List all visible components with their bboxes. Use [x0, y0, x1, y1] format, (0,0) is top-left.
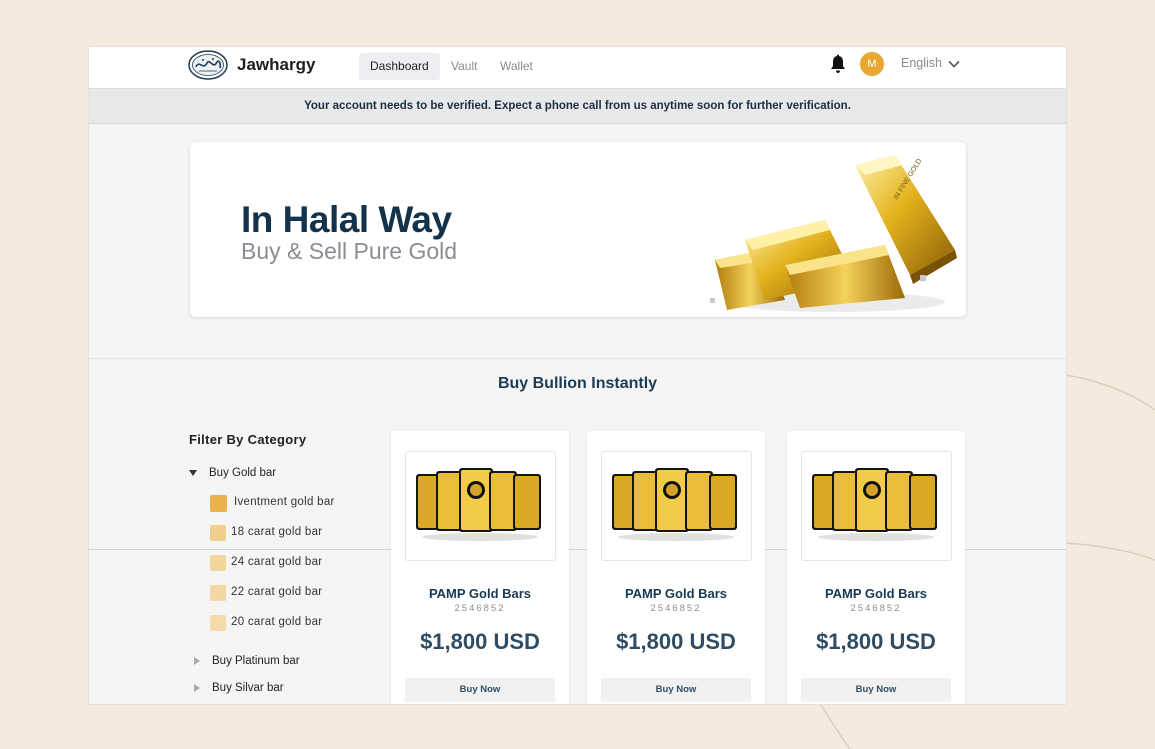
- hero-title: In Halal Way: [241, 199, 452, 240]
- tab-dashboard[interactable]: Dashboard: [359, 53, 440, 80]
- product-card[interactable]: PAMP Gold Bars 2546852 $1,800 USD Buy No…: [391, 431, 569, 704]
- gold-bars-illustration: IN FINE GOLD: [710, 155, 957, 312]
- subcategory-label: 18 carat gold bar: [231, 526, 323, 538]
- section-title: Buy Bullion Instantly: [497, 375, 658, 392]
- buy-now-button[interactable]: Buy Now: [405, 678, 555, 702]
- category-silver-bar[interactable]: Buy Silvar bar: [212, 682, 284, 694]
- brand-name[interactable]: Jawhargy: [237, 55, 315, 75]
- bell-icon[interactable]: [829, 54, 847, 74]
- category-swatch: [210, 555, 226, 571]
- category-swatch: [210, 585, 226, 601]
- product-card[interactable]: PAMP Gold Bars 2546852 $1,800 USD Buy No…: [587, 431, 765, 704]
- product-price: $1,800 USD: [816, 629, 936, 654]
- product-name[interactable]: PAMP Gold Bars: [391, 586, 569, 601]
- top-navigation-bar: Jawhargy Dashboard Vault Wallet M Englis…: [89, 47, 1066, 89]
- tab-vault[interactable]: Vault: [440, 53, 488, 80]
- verification-notice: Your account needs to be verified. Expec…: [89, 89, 1066, 124]
- product-price: $1,800 USD: [616, 629, 736, 654]
- app-window: Jawhargy Dashboard Vault Wallet M Englis…: [88, 46, 1067, 705]
- jawhargy-logo[interactable]: [187, 49, 229, 81]
- product-sku: 2546852: [650, 603, 702, 614]
- hero-banner: In Halal Way Buy & Sell Pure Gold IN FIN…: [190, 142, 966, 317]
- language-selector[interactable]: English: [901, 56, 942, 70]
- buy-now-button[interactable]: Buy Now: [801, 678, 951, 702]
- category-swatch: [210, 615, 226, 631]
- gold-bars-product-icon: [812, 468, 937, 541]
- category-platinum-bar[interactable]: Buy Platinum bar: [212, 655, 300, 667]
- caret-right-icon[interactable]: [192, 683, 202, 693]
- chevron-down-icon[interactable]: [947, 57, 961, 71]
- product-name[interactable]: PAMP Gold Bars: [787, 586, 965, 601]
- caret-down-icon[interactable]: [188, 468, 198, 478]
- category-swatch: [210, 495, 227, 512]
- gold-bars-product-icon: [416, 468, 541, 541]
- section-divider: [89, 358, 1066, 359]
- product-image[interactable]: [601, 451, 752, 561]
- product-price: $1,800 USD: [420, 629, 540, 654]
- user-avatar[interactable]: M: [860, 52, 884, 76]
- subcategory-label: 24 carat gold bar: [231, 556, 323, 568]
- product-image[interactable]: [801, 451, 952, 561]
- product-sku: 2546852: [850, 603, 902, 614]
- gold-bars-product-icon: [612, 468, 737, 541]
- product-sku: 2546852: [454, 603, 506, 614]
- hero-subtitle: Buy & Sell Pure Gold: [241, 238, 458, 264]
- product-image[interactable]: [405, 451, 556, 561]
- subcategory-label: 22 carat gold bar: [231, 586, 323, 598]
- tab-wallet[interactable]: Wallet: [489, 53, 544, 80]
- subcategory-label: 20 carat gold bar: [231, 616, 323, 628]
- product-card[interactable]: PAMP Gold Bars 2546852 $1,800 USD Buy No…: [787, 431, 965, 704]
- caret-right-icon[interactable]: [192, 656, 202, 666]
- category-swatch: [210, 525, 226, 541]
- buy-now-button[interactable]: Buy Now: [601, 678, 751, 702]
- product-name[interactable]: PAMP Gold Bars: [587, 586, 765, 601]
- category-gold-bar[interactable]: Buy Gold bar: [209, 467, 276, 479]
- filter-title: Filter By Category: [189, 432, 307, 447]
- subcategory-label: Iventment gold bar: [234, 496, 335, 508]
